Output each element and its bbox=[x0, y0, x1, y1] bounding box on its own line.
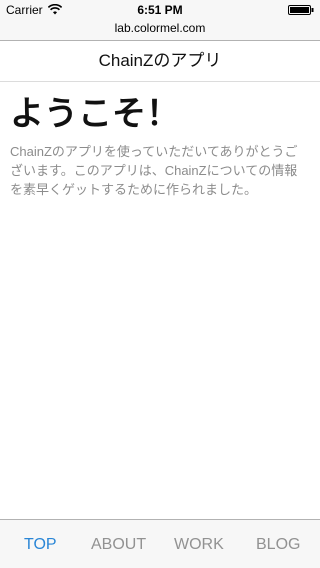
welcome-heading: ようこそ！ bbox=[10, 95, 180, 133]
bottom-tab-bar: TOP ABOUT WORK BLOG bbox=[0, 519, 320, 568]
tab-top[interactable]: TOP bbox=[24, 536, 57, 554]
tab-work[interactable]: WORK bbox=[174, 536, 224, 554]
clock-time: 6:51 PM bbox=[137, 3, 183, 17]
url-text[interactable]: lab.colormel.com bbox=[0, 21, 320, 35]
status-bar: Carrier 6:51 PM bbox=[0, 0, 320, 20]
page-title: ChainZのアプリ bbox=[98, 51, 222, 70]
app-header: ChainZのアプリ bbox=[0, 41, 320, 82]
tab-blog[interactable]: BLOG bbox=[256, 536, 300, 554]
tab-about[interactable]: ABOUT bbox=[91, 536, 146, 554]
battery-icon bbox=[288, 5, 314, 15]
app-screen: Carrier 6:51 PM lab.colormel.com ChainZの… bbox=[0, 0, 320, 568]
intro-paragraph: ChainZのアプリを使っていただいてありがとうございます。このアプリは、Cha… bbox=[10, 144, 298, 197]
main-content: ようこそ！ ChainZのアプリを使っていただいてありがとうございます。このアプ… bbox=[0, 82, 320, 490]
browser-url-bar[interactable]: lab.colormel.com bbox=[0, 20, 320, 41]
